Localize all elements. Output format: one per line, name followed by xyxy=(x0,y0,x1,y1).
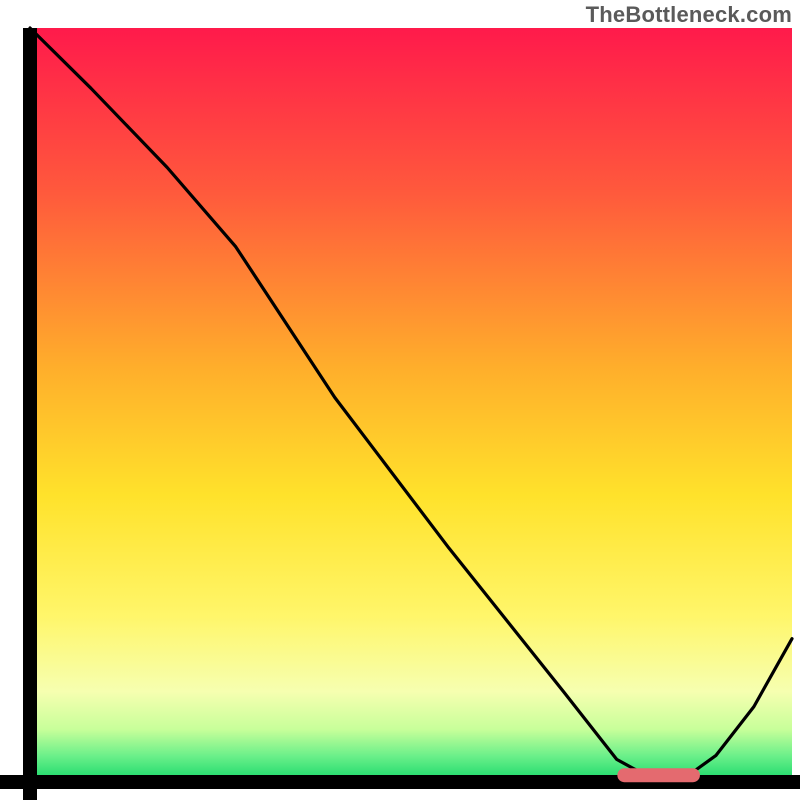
chart-svg xyxy=(0,0,800,800)
gradient-background xyxy=(30,28,792,782)
watermark-text: TheBottleneck.com xyxy=(586,2,792,28)
plot-area xyxy=(0,0,800,800)
chart-container: TheBottleneck.com xyxy=(0,0,800,800)
